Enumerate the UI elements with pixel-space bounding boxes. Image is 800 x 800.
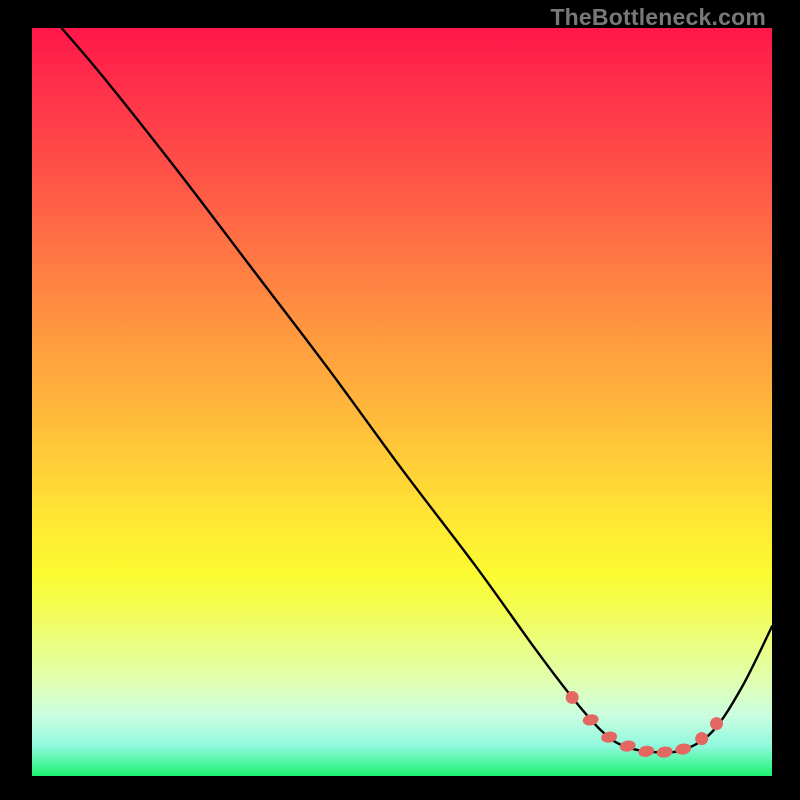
optimal-marker xyxy=(619,739,637,753)
marker-group xyxy=(566,691,723,759)
optimal-marker xyxy=(674,742,692,756)
chart-svg xyxy=(32,28,772,776)
chart-plot-area xyxy=(32,28,772,776)
optimal-marker xyxy=(656,745,674,759)
watermark-text: TheBottleneck.com xyxy=(550,4,766,31)
bottleneck-curve-path xyxy=(62,28,772,753)
optimal-marker xyxy=(566,691,579,704)
optimal-marker xyxy=(637,745,655,759)
optimal-marker xyxy=(695,732,708,745)
optimal-marker xyxy=(710,717,723,730)
